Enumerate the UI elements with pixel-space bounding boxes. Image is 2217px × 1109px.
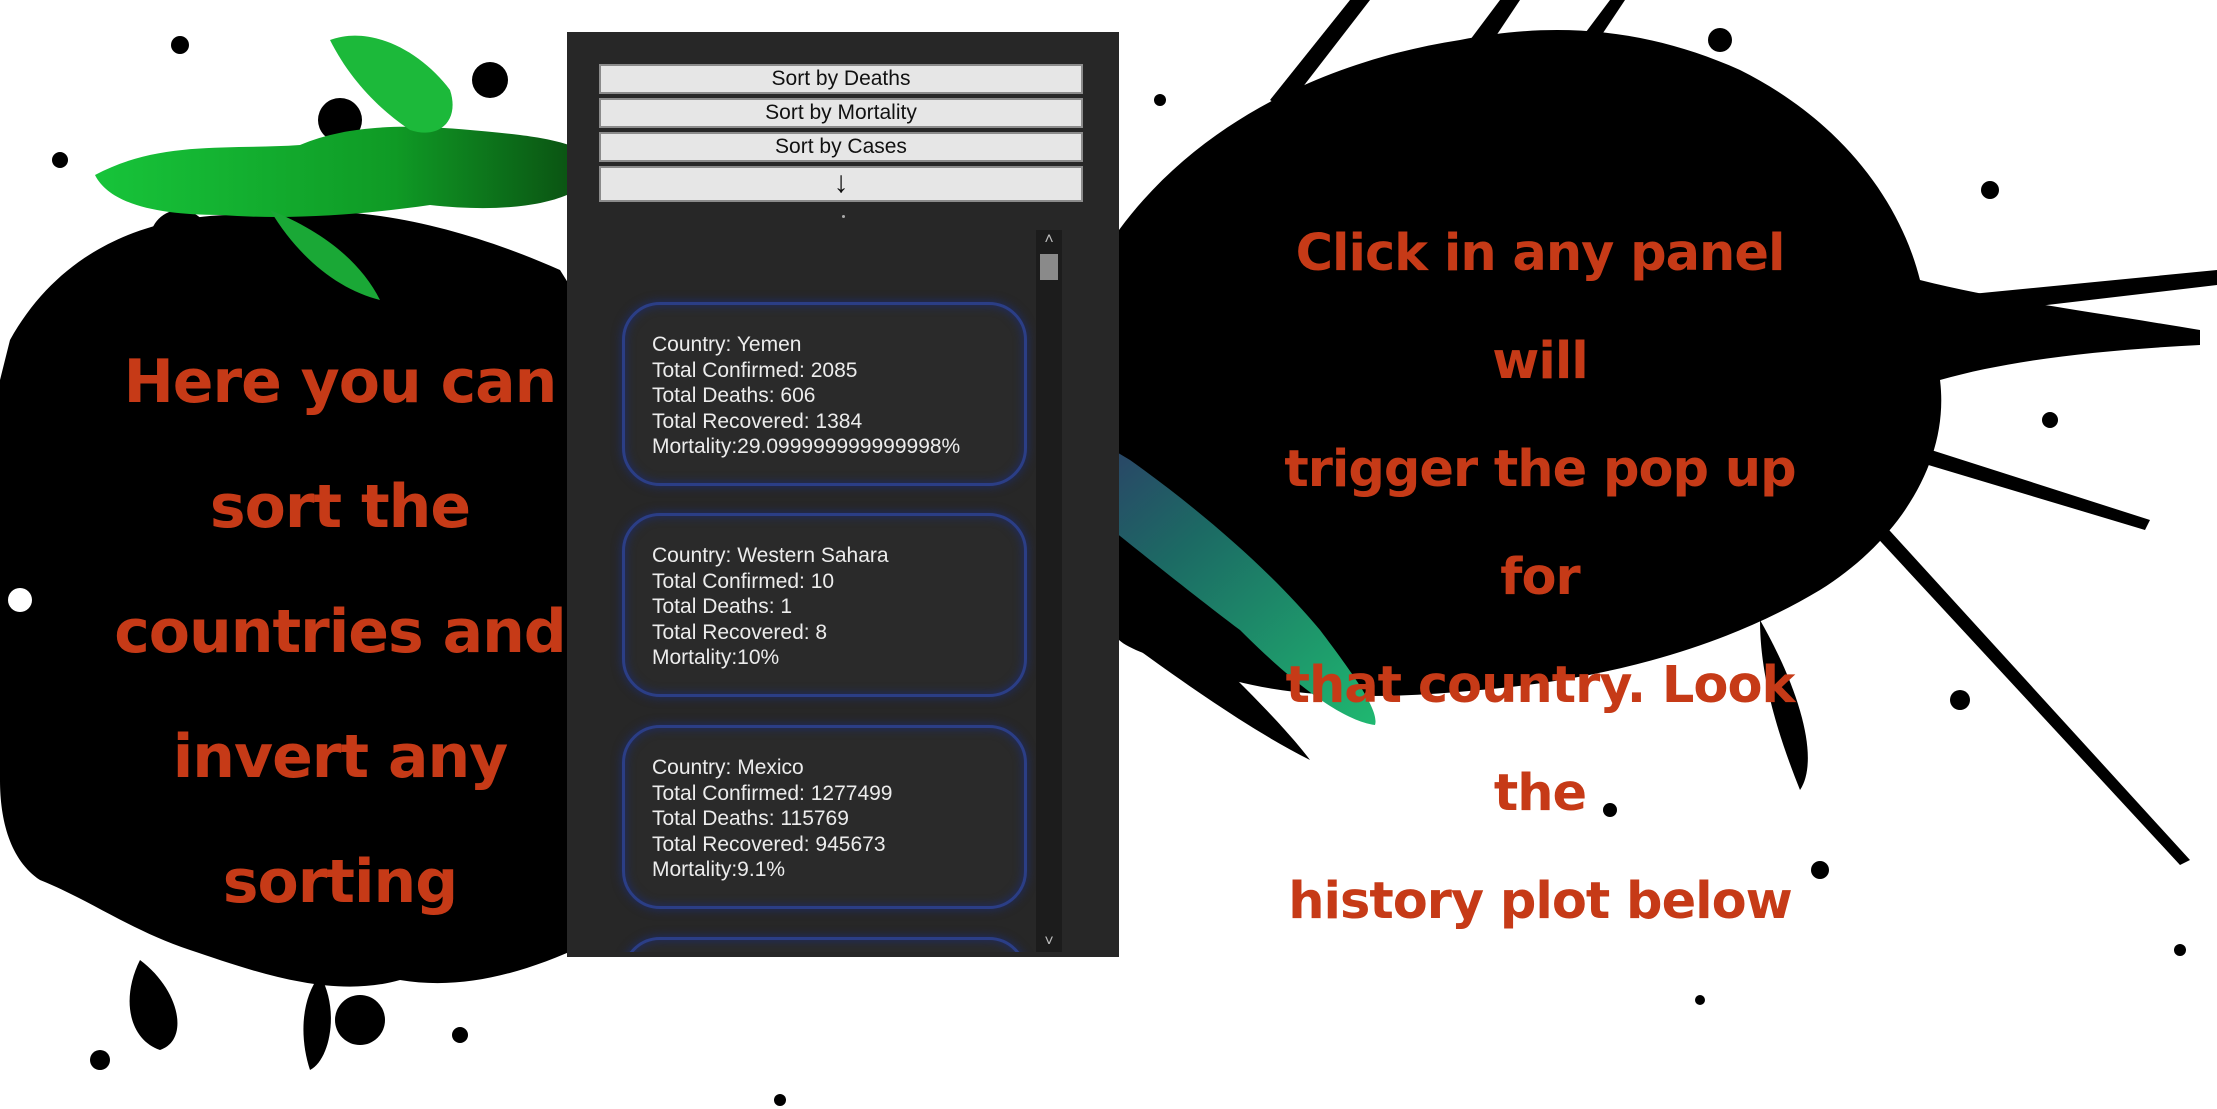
mortality: Mortality:29.099999999999998%: [652, 435, 961, 458]
callout-line: invert any: [172, 722, 509, 792]
total-confirmed: Total Confirmed: 1277499: [652, 781, 893, 805]
callout-line: Click in any panel will: [1295, 224, 1786, 391]
callout-line: Here you can: [123, 347, 558, 417]
invert-sort-button[interactable]: ↓: [599, 166, 1083, 202]
country-name: Country: Mexico: [652, 756, 804, 779]
sort-by-cases-button[interactable]: Sort by Cases: [599, 132, 1083, 162]
country-card-mexico[interactable]: Country: Mexico Total Confirmed: 1277499…: [622, 725, 1027, 909]
total-confirmed: Total Confirmed: 10: [652, 569, 835, 593]
sorting-hint-callout: Here you can sort the countries and inve…: [95, 320, 585, 945]
scroll-thumb[interactable]: [1040, 254, 1058, 280]
scroll-up-arrow-icon[interactable]: ˄: [1036, 230, 1062, 250]
callout-line: history plot below: [1288, 872, 1793, 931]
callout-line: sort the: [209, 472, 471, 542]
country-name: Country: Western Sahara: [652, 544, 889, 567]
callout-line: trigger the pop up for: [1284, 440, 1796, 607]
total-deaths: Total Deaths: 1: [652, 595, 793, 618]
country-list-panel: Sort by Deaths Sort by Mortality Sort by…: [567, 32, 1119, 957]
country-name: Country: Yemen: [652, 333, 802, 356]
mortality: Mortality:9.1%: [652, 858, 786, 881]
country-card-western-sahara[interactable]: Country: Western Sahara Total Confirmed:…: [622, 513, 1027, 697]
total-deaths: Total Deaths: 606: [652, 384, 816, 407]
sort-by-deaths-button[interactable]: Sort by Deaths: [599, 64, 1083, 94]
mortality: Mortality:10%: [652, 646, 780, 669]
country-card-partial[interactable]: [622, 937, 1027, 952]
total-recovered: Total Recovered: 8: [652, 620, 828, 644]
country-list[interactable]: Country: Yemen Total Confirmed: 2085 Tot…: [607, 237, 1067, 952]
country-card-yemen[interactable]: Country: Yemen Total Confirmed: 2085 Tot…: [622, 302, 1027, 486]
divider-dot: [842, 215, 845, 218]
popup-hint-callout: Click in any panel will trigger the pop …: [1255, 200, 1825, 956]
list-scrollbar[interactable]: ˄ ˅: [1036, 230, 1062, 952]
total-recovered: Total Recovered: 1384: [652, 409, 863, 433]
callout-line: that country. Look the: [1285, 656, 1796, 823]
total-recovered: Total Recovered: 945673: [652, 832, 886, 856]
arrow-down-icon: ↓: [833, 166, 849, 199]
callout-line: countries and: [114, 597, 567, 667]
total-deaths: Total Deaths: 115769: [652, 807, 849, 830]
sort-by-mortality-button[interactable]: Sort by Mortality: [599, 98, 1083, 128]
scroll-down-arrow-icon[interactable]: ˅: [1036, 932, 1062, 952]
total-confirmed: Total Confirmed: 2085: [652, 358, 858, 382]
callout-line: sorting: [222, 847, 458, 917]
